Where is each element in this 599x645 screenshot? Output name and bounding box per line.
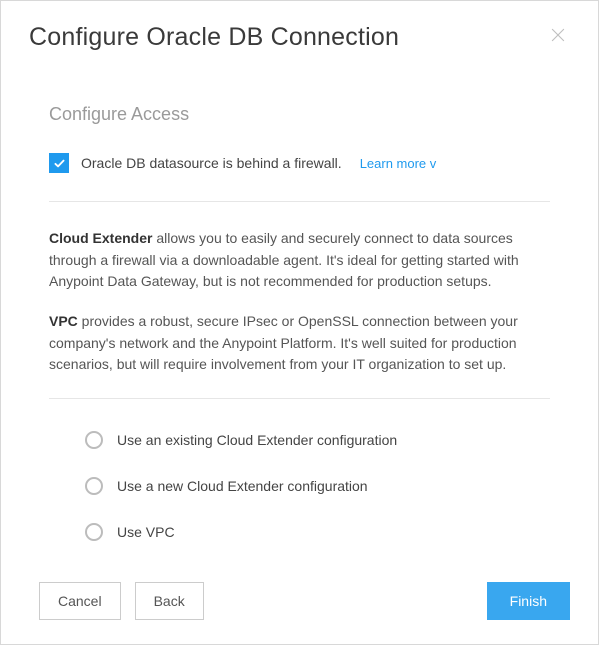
dialog-title: Configure Oracle DB Connection (29, 23, 399, 52)
radio-existing-cloud-extender[interactable]: Use an existing Cloud Extender configura… (85, 417, 550, 463)
firewall-checkbox-row: Oracle DB datasource is behind a firewal… (49, 153, 550, 202)
finish-button[interactable]: Finish (487, 582, 570, 620)
firewall-checkbox[interactable] (49, 153, 69, 173)
vpc-description: VPC provides a robust, secure IPsec or O… (49, 311, 550, 376)
firewall-checkbox-label: Oracle DB datasource is behind a firewal… (81, 155, 342, 171)
back-button[interactable]: Back (135, 582, 204, 620)
radio-icon (85, 523, 103, 541)
radio-label: Use an existing Cloud Extender configura… (117, 432, 397, 448)
dialog-configure-connection: Configure Oracle DB Connection Configure… (0, 0, 599, 645)
cloud-extender-label: Cloud Extender (49, 230, 152, 246)
section-title: Configure Access (49, 104, 550, 125)
dialog-header: Configure Oracle DB Connection (1, 1, 598, 80)
radio-new-cloud-extender[interactable]: Use a new Cloud Extender configuration (85, 463, 550, 509)
dialog-body: Configure Access Oracle DB datasource is… (1, 80, 598, 562)
vpc-label: VPC (49, 313, 78, 329)
close-icon[interactable] (550, 27, 570, 47)
radio-list: Use an existing Cloud Extender configura… (49, 399, 550, 555)
radio-label: Use VPC (117, 524, 175, 540)
vpc-text: provides a robust, secure IPsec or OpenS… (49, 313, 518, 372)
radio-icon (85, 431, 103, 449)
cancel-button[interactable]: Cancel (39, 582, 121, 620)
info-block: Cloud Extender allows you to easily and … (49, 202, 550, 399)
radio-icon (85, 477, 103, 495)
cloud-extender-description: Cloud Extender allows you to easily and … (49, 228, 550, 293)
radio-label: Use a new Cloud Extender configuration (117, 478, 368, 494)
dialog-footer: Cancel Back Finish (1, 562, 598, 644)
learn-more-link[interactable]: Learn more v (360, 156, 437, 171)
radio-use-vpc[interactable]: Use VPC (85, 509, 550, 555)
